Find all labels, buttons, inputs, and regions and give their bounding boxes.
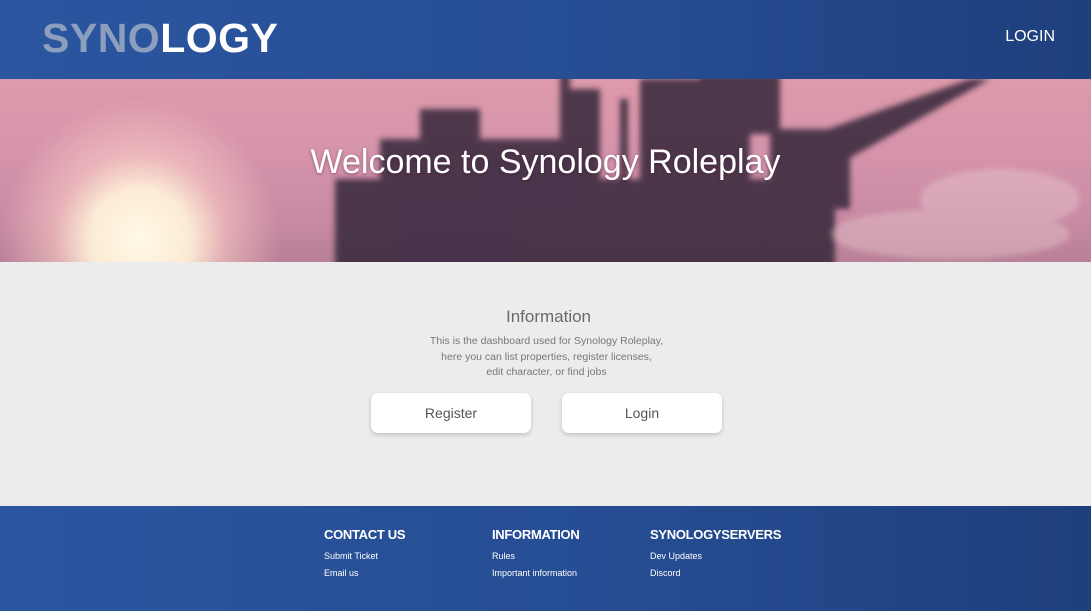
footer-link-rules[interactable]: Rules [492, 548, 579, 565]
footer-column-contact: CONTACT US Submit Ticket Email us [324, 527, 406, 582]
footer-column-information: INFORMATION Rules Important information [492, 527, 580, 582]
information-title: Information [505, 307, 592, 326]
footer-link-important-information[interactable]: Important information [492, 565, 579, 582]
footer-link-submit-ticket[interactable]: Submit Ticket [324, 548, 405, 565]
site-header: SYNOLOGY LOGIN [0, 0, 1091, 79]
information-description: This is the dashboard used for Synology … [0, 334, 1091, 381]
footer-link-dev-updates[interactable]: Dev Updates [650, 548, 781, 565]
footer-heading-information: INFORMATION [492, 527, 580, 542]
footer-link-email-us[interactable]: Email us [324, 565, 405, 582]
hero-banner: Welcome to Synology Roleplay [0, 79, 1091, 262]
hero-title: Welcome to Synology Roleplay [310, 143, 781, 181]
register-button[interactable]: Register [371, 393, 531, 433]
information-section: Information This is the dashboard used f… [0, 262, 1091, 506]
description-line: edit character, or find jobs [486, 366, 607, 378]
description-line: here you can list properties, register l… [441, 350, 652, 363]
site-footer: CONTACT US Submit Ticket Email us INFORM… [0, 506, 1091, 611]
footer-heading-contact: CONTACT US [324, 527, 406, 542]
header-login-link[interactable]: LOGIN [1005, 28, 1055, 46]
footer-heading-servers: SYNOLOGYSERVERS [650, 527, 782, 542]
footer-column-servers: SYNOLOGYSERVERS Dev Updates Discord [650, 527, 781, 582]
login-button[interactable]: Login [562, 393, 722, 433]
description-line: This is the dashboard used for Synology … [429, 335, 664, 347]
logo-part-logy: LOGY [160, 15, 279, 61]
logo-part-syno: SYNO [42, 15, 161, 61]
footer-link-discord[interactable]: Discord [650, 565, 781, 582]
synology-logo[interactable]: SYNOLOGY [42, 14, 278, 62]
